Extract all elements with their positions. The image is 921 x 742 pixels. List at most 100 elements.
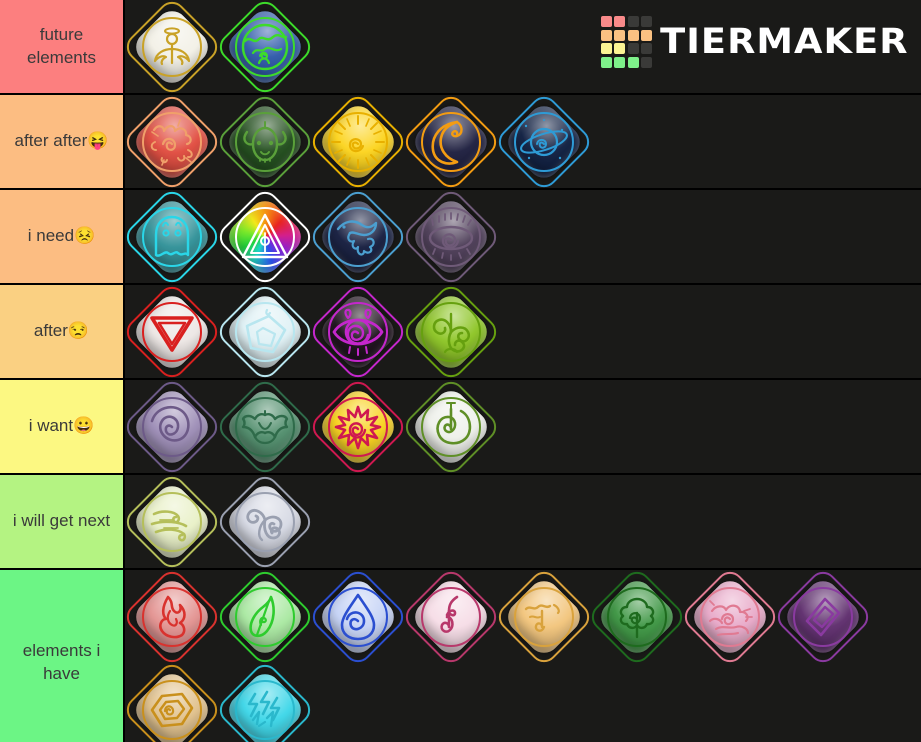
tier-item-bull[interactable] bbox=[213, 90, 316, 193]
tier-items-container[interactable] bbox=[120, 470, 921, 573]
tier-row: i need😣 bbox=[0, 185, 921, 288]
tier-item-explosion[interactable] bbox=[120, 90, 223, 193]
element-gem bbox=[678, 565, 781, 668]
tiermaker-logo[interactable]: TIERMAKER bbox=[600, 16, 908, 68]
element-gem bbox=[213, 185, 316, 288]
sand-icon bbox=[516, 589, 572, 645]
tier-item-water[interactable] bbox=[306, 565, 409, 668]
tier-item-nature-leaf[interactable] bbox=[213, 565, 316, 668]
tree-icon bbox=[609, 589, 665, 645]
tier-item-cloud[interactable] bbox=[678, 565, 781, 668]
logo-grid-cell bbox=[600, 43, 612, 54]
logo-grid-cell bbox=[627, 56, 639, 68]
eye-magic-icon bbox=[330, 304, 386, 360]
element-gem bbox=[399, 90, 502, 193]
element-gem bbox=[213, 90, 316, 193]
element-gem bbox=[492, 90, 595, 193]
element-gem bbox=[120, 185, 223, 288]
leaf-icon bbox=[237, 589, 293, 645]
earth-icon bbox=[144, 682, 200, 738]
tier-item-earth[interactable] bbox=[120, 658, 223, 742]
element-gem bbox=[120, 0, 223, 98]
tier-item-earth-planet[interactable] bbox=[213, 0, 316, 98]
bull-icon bbox=[237, 114, 293, 170]
tier-item-planet-ring[interactable] bbox=[492, 90, 595, 193]
tier-item-sound[interactable] bbox=[399, 565, 502, 668]
tier-items-container[interactable] bbox=[120, 90, 921, 193]
logo-grid-icon bbox=[600, 16, 653, 68]
logo-grid-cell bbox=[614, 56, 626, 68]
tier-item-angel[interactable] bbox=[120, 0, 223, 98]
logo-grid-cell bbox=[614, 16, 626, 27]
element-gem bbox=[120, 375, 223, 478]
logo-grid-cell bbox=[641, 29, 653, 41]
element-gem bbox=[213, 565, 316, 668]
logo-wordmark: TIERMAKER bbox=[660, 21, 909, 62]
tier-item-spiral-mind[interactable] bbox=[120, 375, 223, 478]
tier-item-triskelion-nature[interactable] bbox=[399, 280, 502, 383]
logo-grid-cell bbox=[600, 29, 612, 41]
tier-item-plant-tree[interactable] bbox=[585, 565, 688, 668]
element-gem bbox=[213, 470, 316, 573]
element-gem bbox=[399, 565, 502, 668]
element-gem bbox=[399, 375, 502, 478]
tier-items-container[interactable] bbox=[120, 280, 921, 383]
tier-label[interactable]: elements i have bbox=[0, 570, 125, 742]
tier-label[interactable]: future elements bbox=[0, 0, 125, 93]
ghost-icon bbox=[144, 209, 200, 265]
element-gem bbox=[306, 565, 409, 668]
tier-item-spiral-light[interactable] bbox=[399, 375, 502, 478]
planet-earth-icon bbox=[237, 19, 293, 75]
element-gem bbox=[306, 375, 409, 478]
tier-item-bat[interactable] bbox=[213, 375, 316, 478]
tier-item-ghost[interactable] bbox=[120, 185, 223, 288]
tier-item-sunburst[interactable] bbox=[306, 375, 409, 478]
element-gem bbox=[771, 565, 874, 668]
tier-item-sand[interactable] bbox=[492, 565, 595, 668]
tier-items-container[interactable] bbox=[120, 375, 921, 478]
tier-item-moon[interactable] bbox=[399, 90, 502, 193]
logo-grid-cell bbox=[600, 56, 612, 68]
tier-item-triskelion-silver[interactable] bbox=[213, 470, 316, 573]
tier-row: after😒 bbox=[0, 280, 921, 383]
logo-grid-cell bbox=[614, 43, 626, 54]
tier-label[interactable]: after😒 bbox=[0, 285, 125, 378]
logo-grid-cell bbox=[600, 16, 612, 27]
logo-grid-cell bbox=[614, 29, 626, 41]
tier-label[interactable]: i need😣 bbox=[0, 190, 125, 283]
element-gem bbox=[213, 658, 316, 742]
tier-item-dragon[interactable] bbox=[306, 185, 409, 288]
tier-item-shadow-gem[interactable] bbox=[771, 565, 874, 668]
tier-label[interactable]: i want😀 bbox=[0, 380, 125, 473]
logo-grid-cell bbox=[641, 43, 653, 54]
element-gem bbox=[213, 0, 316, 98]
element-gem bbox=[213, 280, 316, 383]
fire-icon bbox=[144, 589, 200, 645]
lightning-icon bbox=[237, 682, 293, 738]
tier-item-triangle-blood[interactable] bbox=[120, 280, 223, 383]
logo-grid-cell bbox=[627, 29, 639, 41]
tier-item-wind-pale[interactable] bbox=[120, 470, 223, 573]
bat-icon bbox=[237, 399, 293, 455]
music-note-icon bbox=[423, 589, 479, 645]
element-gem bbox=[120, 470, 223, 573]
element-gem bbox=[306, 280, 409, 383]
tier-item-eye-void[interactable] bbox=[399, 185, 502, 288]
tier-item-crystal-ice[interactable] bbox=[213, 280, 316, 383]
wind-icon bbox=[144, 494, 200, 550]
tier-label[interactable]: after after😝 bbox=[0, 95, 125, 188]
tier-item-sun[interactable] bbox=[306, 90, 409, 193]
tier-item-prism-rainbow[interactable] bbox=[213, 185, 316, 288]
element-gem bbox=[585, 565, 688, 668]
tier-row: elements i have bbox=[0, 565, 921, 742]
element-gem bbox=[213, 375, 316, 478]
tier-items-container[interactable] bbox=[120, 185, 921, 288]
logo-grid-cell bbox=[641, 56, 653, 68]
tier-items-container[interactable] bbox=[120, 565, 921, 742]
tier-item-lightning[interactable] bbox=[213, 658, 316, 742]
element-gem bbox=[120, 280, 223, 383]
triangle-icon bbox=[144, 304, 200, 360]
tier-item-fire[interactable] bbox=[120, 565, 223, 668]
tier-label[interactable]: i will get next bbox=[0, 475, 125, 568]
tier-item-eye-magic[interactable] bbox=[306, 280, 409, 383]
